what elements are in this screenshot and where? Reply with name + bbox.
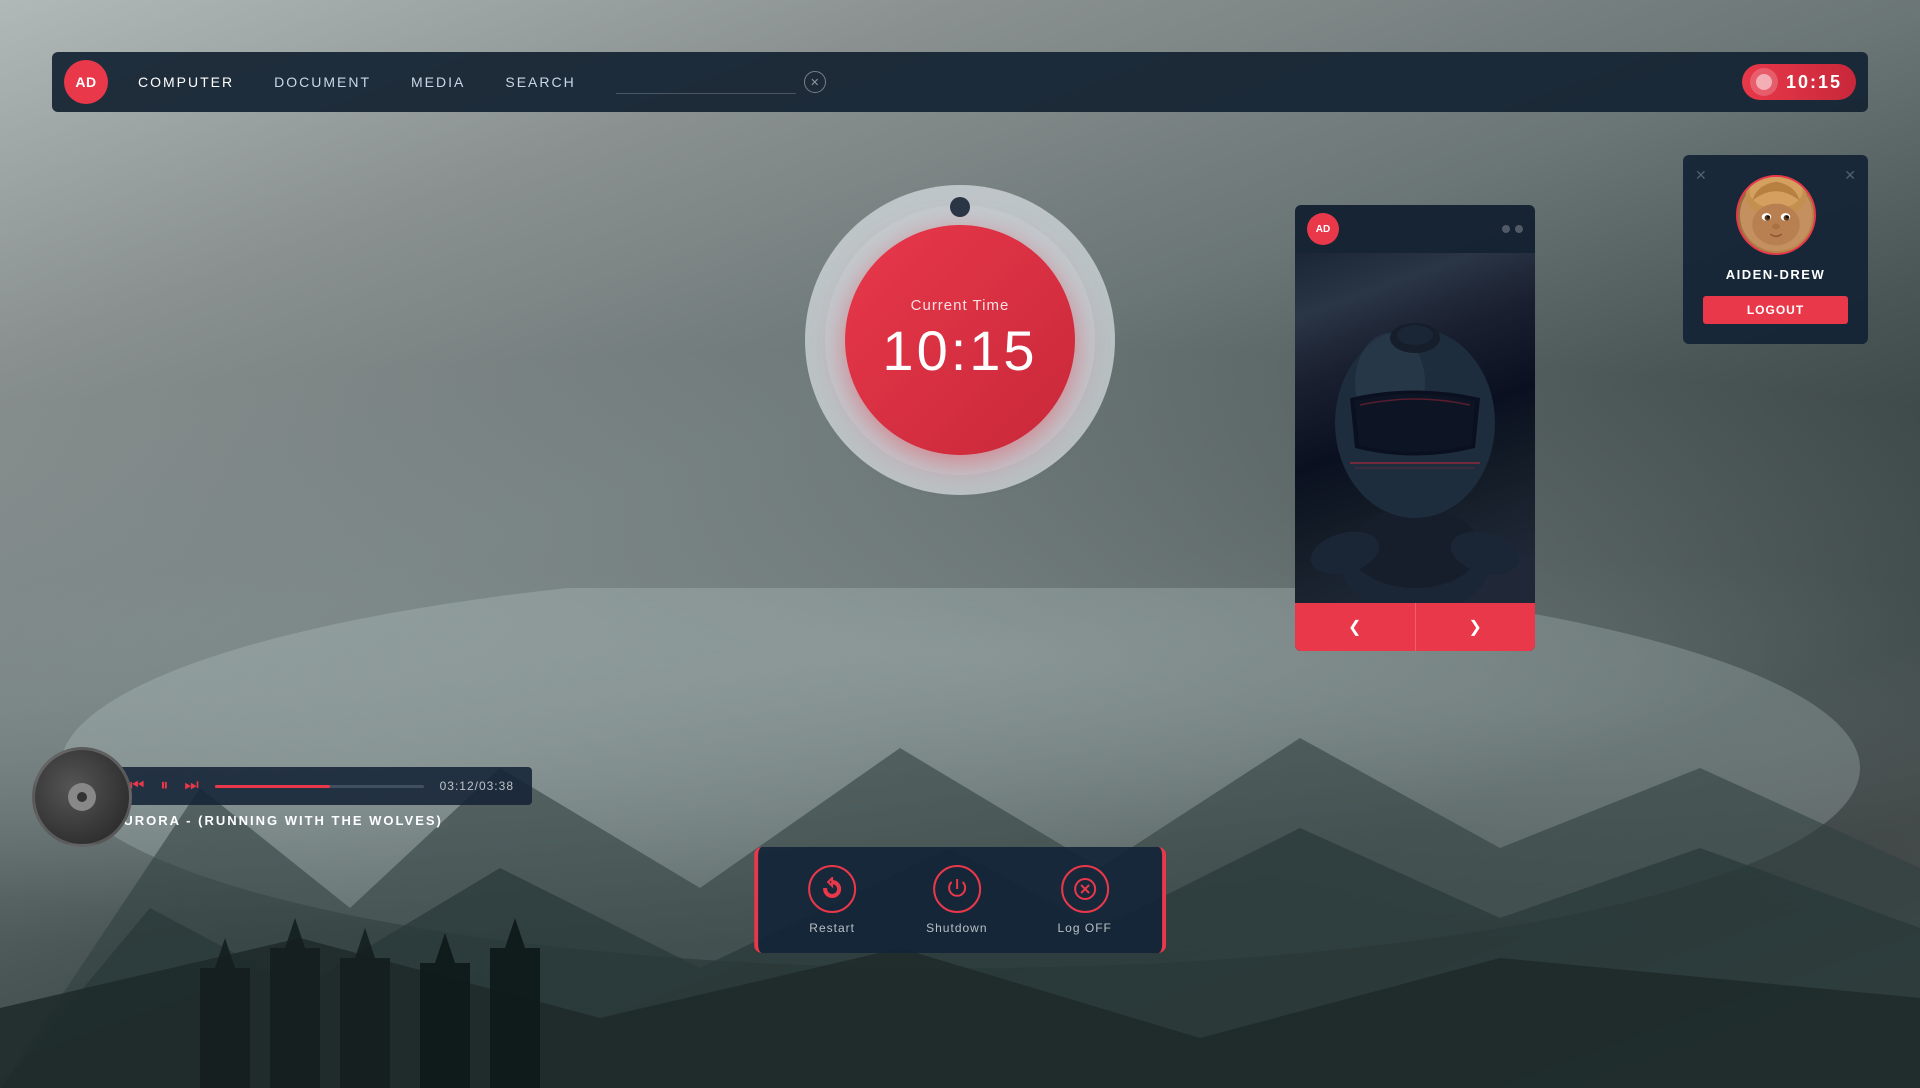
- nav-item-search[interactable]: SEARCH: [505, 74, 575, 90]
- logoff-svg: [1073, 877, 1097, 901]
- restart-button[interactable]: Restart: [808, 865, 856, 935]
- restart-label: Restart: [809, 921, 855, 935]
- shutdown-label: Shutdown: [926, 921, 987, 935]
- clock-widget: Current Time 10:15: [805, 185, 1115, 495]
- navbar-search-area: ✕: [616, 70, 876, 94]
- shutdown-button[interactable]: Shutdown: [926, 865, 987, 935]
- next-button[interactable]: ⏭: [184, 777, 198, 795]
- navbar-time: 10:15: [1786, 72, 1842, 93]
- search-input[interactable]: [616, 70, 796, 94]
- clock-label: Current Time: [911, 297, 1010, 314]
- image-viewer-nav: ❮ ❯: [1295, 603, 1535, 651]
- avatar-svg: [1738, 175, 1814, 255]
- user-avatar: [1736, 175, 1816, 255]
- navbar: AD COMPUTER DOCUMENT MEDIA SEARCH ✕ 10:1…: [52, 52, 1868, 112]
- shutdown-svg: [945, 877, 969, 901]
- dot-2: [1515, 225, 1523, 233]
- clock-time: 10:15: [882, 318, 1037, 383]
- clock-dot: [950, 197, 970, 217]
- image-viewer-logo: AD: [1307, 213, 1339, 245]
- shutdown-icon: [933, 865, 981, 913]
- image-viewer-image: [1295, 253, 1535, 603]
- album-art-center: [77, 792, 87, 802]
- mountains-svg: [0, 588, 1920, 1088]
- user-card-close-left: ✕: [1695, 167, 1707, 184]
- nav-item-document[interactable]: DOCUMENT: [274, 74, 371, 90]
- music-progress-fill: [215, 785, 330, 788]
- image-prev-button[interactable]: ❮: [1295, 603, 1415, 651]
- time-dot: [1750, 68, 1778, 96]
- user-card-close-right: ✕: [1844, 167, 1856, 184]
- music-time: 03:12/03:38: [440, 779, 514, 793]
- navbar-nav: COMPUTER DOCUMENT MEDIA SEARCH: [138, 74, 576, 90]
- music-progress-bar[interactable]: [215, 785, 424, 788]
- navbar-time-widget: 10:15: [1742, 64, 1856, 100]
- power-panel: Restart Shutdown Log OFF: [754, 847, 1166, 953]
- logoff-label: Log OFF: [1058, 921, 1112, 935]
- navbar-logo[interactable]: AD: [64, 60, 108, 104]
- nav-item-media[interactable]: MEDIA: [411, 74, 465, 90]
- clock-face: Current Time 10:15: [845, 225, 1075, 455]
- dot-1: [1502, 225, 1510, 233]
- album-art: [32, 747, 132, 847]
- image-next-button[interactable]: ❯: [1416, 603, 1536, 651]
- prev-button[interactable]: ⏮: [130, 777, 144, 795]
- robot-helmet-svg: [1295, 253, 1535, 603]
- clock-inner-ring: Current Time 10:15: [825, 205, 1095, 475]
- pause-button[interactable]: ⏸: [160, 777, 168, 795]
- logoff-icon: [1061, 865, 1109, 913]
- time-dot-inner: [1756, 74, 1772, 90]
- image-viewer: AD: [1295, 205, 1535, 651]
- music-player: ⏮ ⏸ ⏭ 03:12/03:38 AURORA - (RUNNING WITH…: [52, 767, 532, 828]
- search-clear-button[interactable]: ✕: [804, 71, 826, 93]
- logoff-button[interactable]: Log OFF: [1058, 865, 1112, 935]
- image-viewer-dots: [1502, 225, 1523, 233]
- restart-svg: [820, 877, 844, 901]
- nav-item-computer[interactable]: COMPUTER: [138, 74, 234, 90]
- restart-icon: [808, 865, 856, 913]
- user-name: AIDEN-DREW: [1726, 267, 1826, 282]
- music-title: AURORA - (RUNNING WITH THE WOLVES): [112, 813, 443, 828]
- music-controls-bar: ⏮ ⏸ ⏭ 03:12/03:38: [112, 767, 532, 805]
- clock-outer-ring: Current Time 10:15: [805, 185, 1115, 495]
- image-viewer-header: AD: [1295, 205, 1535, 253]
- user-card: ✕ ✕ AIDEN-DREW LOGOUT: [1683, 155, 1868, 344]
- album-art-inner: [68, 783, 96, 811]
- logout-button[interactable]: LOGOUT: [1703, 296, 1848, 324]
